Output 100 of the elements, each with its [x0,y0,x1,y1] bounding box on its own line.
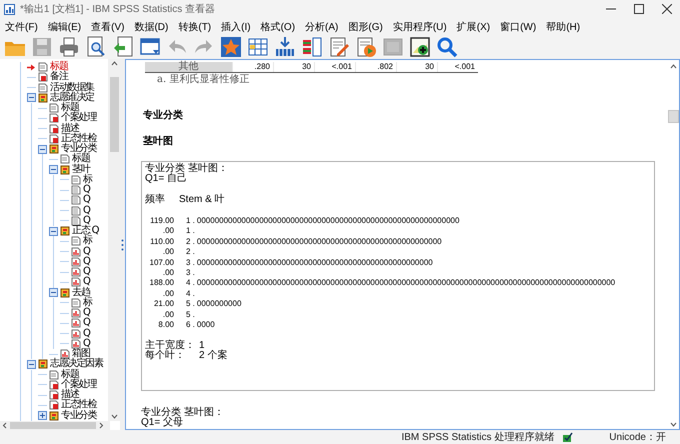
splitter-grip-icon[interactable] [121,238,124,250]
scroll-thumb[interactable] [668,110,679,123]
menu-item[interactable]: 转换(T) [178,20,212,34]
menu-item[interactable]: 实用程序(U) [392,20,447,34]
tree-item[interactable]: 个案处理 [61,113,96,124]
frequency-value: .00 [162,247,174,258]
table-icon[interactable] [246,36,270,58]
tree-item[interactable]: 正态性检 [61,400,96,410]
scroll-right-icon[interactable] [98,422,104,429]
book-icon [60,288,70,298]
tree-item[interactable]: Q [83,185,90,196]
output-title: 专业分类 茎叶图： [145,164,229,174]
tree-item[interactable]: Q [83,328,90,339]
status-message: IBM SPSS Statistics 处理程序就绪 [401,430,554,444]
page-icon [71,236,81,246]
expand-icon[interactable] [38,411,47,420]
tree-item[interactable]: Q [83,216,90,226]
app-icon [4,4,15,14]
maximize-icon[interactable] [634,4,644,14]
frequency-value: 110.00 [149,236,174,248]
tree-item[interactable]: 茎叶 [72,164,90,175]
scroll-thumb[interactable] [10,422,96,429]
book-icon [38,92,48,103]
menu-item[interactable]: 数据(D) [134,20,168,34]
menu-item[interactable]: 帮助(H) [546,20,580,34]
frequency-value: 188.00 [148,278,174,289]
tree-item[interactable]: 专业分类 [61,410,96,421]
tree-item[interactable]: Q [83,256,90,267]
table-cell: <.001 [437,62,478,72]
tree-item[interactable]: Q [83,267,90,278]
column-header: Stem & 叶 [179,195,225,206]
tree-item[interactable]: 标 [83,236,92,246]
chart-icon [71,246,81,257]
tree-item[interactable]: 志愿谁决定 [50,92,94,103]
scroll-down-icon[interactable] [110,413,118,421]
tree-item[interactable]: Q [83,195,90,206]
list-icon[interactable] [300,36,324,58]
table-icon [49,134,59,144]
collapse-icon[interactable] [27,360,36,369]
star-icon[interactable] [219,36,243,58]
chart-icon [71,338,81,349]
tree-item[interactable]: 标题 [72,154,90,164]
tree-item[interactable]: 备注 [50,72,68,82]
close-icon[interactable] [662,4,672,14]
plus-icon[interactable] [408,36,432,58]
table-cell: .280 [232,62,273,72]
tree-item[interactable]: 活动数据集 [50,82,94,93]
tree-item[interactable]: 标 [83,174,92,185]
row-header: 其他 [145,62,232,72]
menu-item[interactable]: 文件(F) [5,20,38,34]
footer-label: 主干宽度： [145,340,196,351]
printer-icon[interactable] [57,36,81,58]
stem-value: 1 . [186,216,195,226]
frequency-value: .00 [162,226,174,237]
scroll-thumb[interactable] [110,77,118,152]
tree-item[interactable]: 正态性检 [61,134,96,144]
menu-item[interactable]: 扩展(X) [456,20,490,34]
menu-item[interactable]: 编辑(E) [48,20,82,34]
tree-item[interactable]: Q [83,277,90,288]
leaf-values: 0000000000 [196,299,242,310]
stem-value: 3 . [186,268,195,278]
frequency-value: .00 [162,288,174,300]
tree-item[interactable]: Q [83,318,90,328]
collapse-icon[interactable] [27,93,36,102]
tree-item[interactable]: 标 [83,298,92,308]
tree-item[interactable]: Q [83,308,90,318]
scroll-left-icon[interactable] [2,422,8,429]
frequency-value: 119.00 [149,216,174,226]
menu-item[interactable]: 插入(I) [221,20,251,34]
table-icon [49,380,59,390]
tree-item[interactable]: 标题 [61,370,79,380]
collapse-icon[interactable] [49,165,58,174]
stem-value: 4 . [186,288,195,300]
tree-item[interactable]: Q [83,206,90,216]
window-icon[interactable] [138,36,162,58]
tree-item[interactable]: 去趋 [72,288,90,298]
scroll-up-icon[interactable] [110,59,118,67]
ready-icon [562,432,574,442]
menu-item[interactable]: 格式(O) [260,20,296,34]
tree-item[interactable]: Q [83,246,90,257]
menu-item[interactable]: 图形(G) [348,20,383,34]
page-icon [71,216,81,226]
leaf-values: 0000 [196,320,215,330]
tree-item[interactable]: Q [83,338,90,349]
collapse-icon[interactable] [38,144,47,154]
tree-item[interactable]: 个案处理 [61,380,96,390]
tree-item[interactable]: 志愿决定因素 [50,359,103,370]
menu-item[interactable]: 窗口(W) [500,20,536,34]
search-icon[interactable] [435,36,459,58]
menu-item[interactable]: 查看(V) [91,20,124,34]
window-title: *输出1 [文档1] - IBM SPSS Statistics 查看器 [20,2,216,16]
tree-item[interactable]: 描述 [61,124,79,134]
scroll-down-icon[interactable] [669,421,678,429]
page-icon [71,195,81,206]
menu-item[interactable]: 分析(A) [305,20,338,34]
bars-icon[interactable] [273,36,297,58]
collapse-icon[interactable] [49,226,58,236]
collapse-icon[interactable] [49,288,58,298]
frequency-value: .00 [162,268,174,278]
scroll-up-icon[interactable] [669,62,678,70]
